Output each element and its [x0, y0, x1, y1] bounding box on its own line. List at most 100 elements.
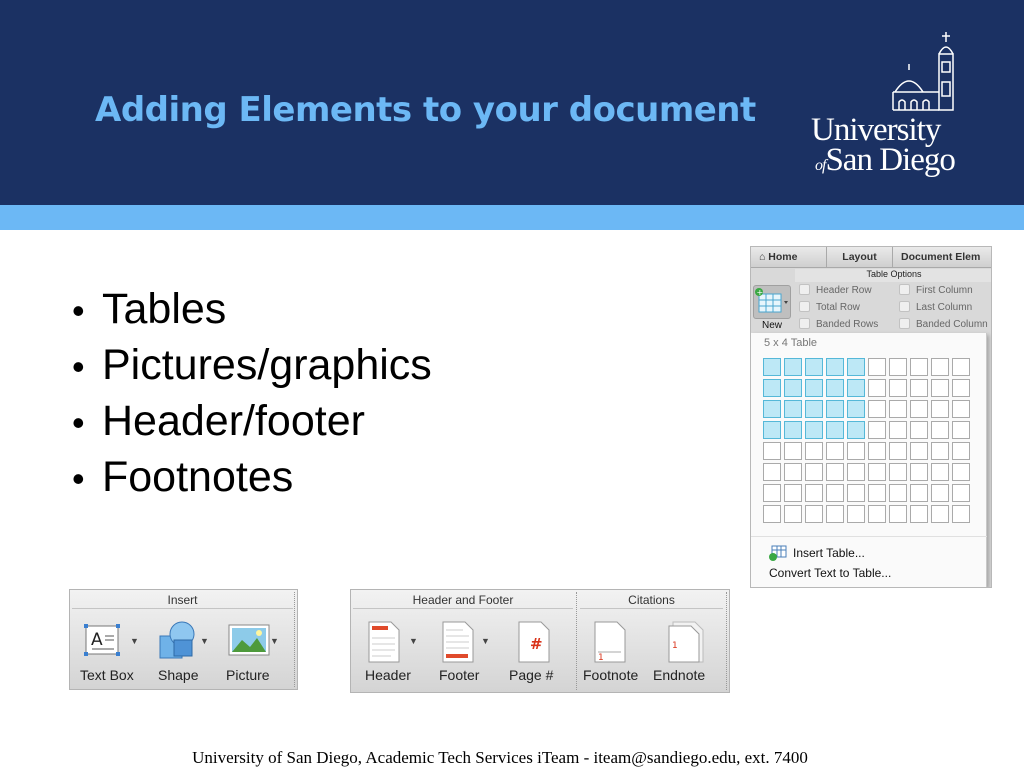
grid-cell[interactable] — [931, 442, 949, 460]
grid-cell[interactable] — [826, 379, 844, 397]
option-banded-column[interactable]: Banded Column — [899, 318, 988, 330]
checkbox[interactable] — [899, 318, 910, 329]
grid-cell[interactable] — [931, 505, 949, 523]
convert-text-to-table-menu-item[interactable]: Convert Text to Table... — [769, 566, 891, 580]
grid-cell[interactable] — [805, 505, 823, 523]
grid-cell[interactable] — [889, 463, 907, 481]
grid-cell[interactable] — [805, 442, 823, 460]
grid-cell[interactable] — [868, 463, 886, 481]
grid-cell[interactable] — [868, 484, 886, 502]
option-first-column[interactable]: First Column — [899, 284, 973, 296]
grid-cell[interactable] — [868, 358, 886, 376]
grid-cell[interactable] — [763, 484, 781, 502]
tab-home[interactable]: ⌂ Home — [751, 247, 827, 268]
grid-cell[interactable] — [910, 442, 928, 460]
grid-cell[interactable] — [763, 505, 781, 523]
tab-document-elements[interactable]: Document Elem — [893, 247, 991, 268]
option-total-row[interactable]: Total Row — [799, 301, 860, 313]
grid-cell[interactable] — [784, 421, 802, 439]
grid-cell[interactable] — [826, 400, 844, 418]
grid-cell[interactable] — [784, 442, 802, 460]
grid-cell[interactable] — [931, 379, 949, 397]
grid-cell[interactable] — [952, 379, 970, 397]
grid-cell[interactable] — [847, 400, 865, 418]
grid-cell[interactable] — [952, 421, 970, 439]
grid-cell[interactable] — [784, 484, 802, 502]
grid-cell[interactable] — [763, 442, 781, 460]
picture-button[interactable]: ▼ Picture — [222, 618, 292, 688]
grid-cell[interactable] — [847, 442, 865, 460]
grid-cell[interactable] — [826, 358, 844, 376]
grid-cell[interactable] — [826, 442, 844, 460]
option-banded-rows[interactable]: Banded Rows — [799, 318, 878, 330]
grid-cell[interactable] — [868, 442, 886, 460]
grid-cell[interactable] — [889, 484, 907, 502]
grid-cell[interactable] — [805, 421, 823, 439]
grid-cell[interactable] — [931, 358, 949, 376]
new-table-button[interactable]: + — [753, 285, 791, 319]
footer-button[interactable]: ▼ Footer — [431, 618, 501, 688]
checkbox[interactable] — [799, 284, 810, 295]
grid-cell[interactable] — [784, 379, 802, 397]
checkbox[interactable] — [799, 301, 810, 312]
grid-cell[interactable] — [868, 505, 886, 523]
footnote-button[interactable]: 1 Footnote — [583, 618, 653, 688]
grid-cell[interactable] — [931, 421, 949, 439]
grid-cell[interactable] — [931, 400, 949, 418]
option-last-column[interactable]: Last Column — [899, 301, 972, 313]
insert-table-menu-item[interactable]: Insert Table... — [769, 545, 865, 561]
grid-cell[interactable] — [805, 463, 823, 481]
grid-cell[interactable] — [847, 505, 865, 523]
grid-cell[interactable] — [910, 400, 928, 418]
header-button[interactable]: ▼ Header — [357, 618, 427, 688]
grid-cell[interactable] — [889, 421, 907, 439]
grid-cell[interactable] — [910, 379, 928, 397]
page-number-button[interactable]: # Page # — [507, 618, 577, 688]
grid-cell[interactable] — [805, 379, 823, 397]
grid-cell[interactable] — [847, 484, 865, 502]
checkbox[interactable] — [899, 284, 910, 295]
grid-cell[interactable] — [847, 463, 865, 481]
option-header-row[interactable]: Header Row — [799, 284, 872, 296]
grid-cell[interactable] — [826, 421, 844, 439]
shape-button[interactable]: ▼ Shape — [152, 618, 222, 688]
grid-cell[interactable] — [889, 505, 907, 523]
grid-cell[interactable] — [952, 463, 970, 481]
text-box-button[interactable]: A ▼ Text Box — [76, 618, 146, 688]
grid-cell[interactable] — [910, 463, 928, 481]
grid-cell[interactable] — [952, 400, 970, 418]
grid-cell[interactable] — [805, 400, 823, 418]
endnote-button[interactable]: 1 Endnote — [653, 618, 727, 688]
grid-cell[interactable] — [826, 463, 844, 481]
grid-cell[interactable] — [931, 484, 949, 502]
grid-cell[interactable] — [889, 400, 907, 418]
grid-cell[interactable] — [826, 505, 844, 523]
grid-cell[interactable] — [910, 505, 928, 523]
grid-cell[interactable] — [868, 421, 886, 439]
grid-cell[interactable] — [805, 358, 823, 376]
table-grid[interactable] — [763, 358, 970, 523]
grid-cell[interactable] — [763, 463, 781, 481]
grid-cell[interactable] — [910, 358, 928, 376]
grid-cell[interactable] — [784, 358, 802, 376]
grid-cell[interactable] — [763, 358, 781, 376]
grid-cell[interactable] — [847, 358, 865, 376]
grid-cell[interactable] — [889, 358, 907, 376]
grid-cell[interactable] — [889, 442, 907, 460]
grid-cell[interactable] — [826, 484, 844, 502]
grid-cell[interactable] — [889, 379, 907, 397]
grid-cell[interactable] — [763, 379, 781, 397]
grid-cell[interactable] — [784, 505, 802, 523]
grid-cell[interactable] — [847, 379, 865, 397]
grid-cell[interactable] — [952, 484, 970, 502]
grid-cell[interactable] — [952, 358, 970, 376]
grid-cell[interactable] — [784, 400, 802, 418]
grid-cell[interactable] — [847, 421, 865, 439]
tab-layout[interactable]: Layout — [827, 247, 893, 268]
grid-cell[interactable] — [868, 400, 886, 418]
checkbox[interactable] — [799, 318, 810, 329]
grid-cell[interactable] — [784, 463, 802, 481]
grid-cell[interactable] — [952, 505, 970, 523]
grid-cell[interactable] — [868, 379, 886, 397]
grid-cell[interactable] — [763, 421, 781, 439]
